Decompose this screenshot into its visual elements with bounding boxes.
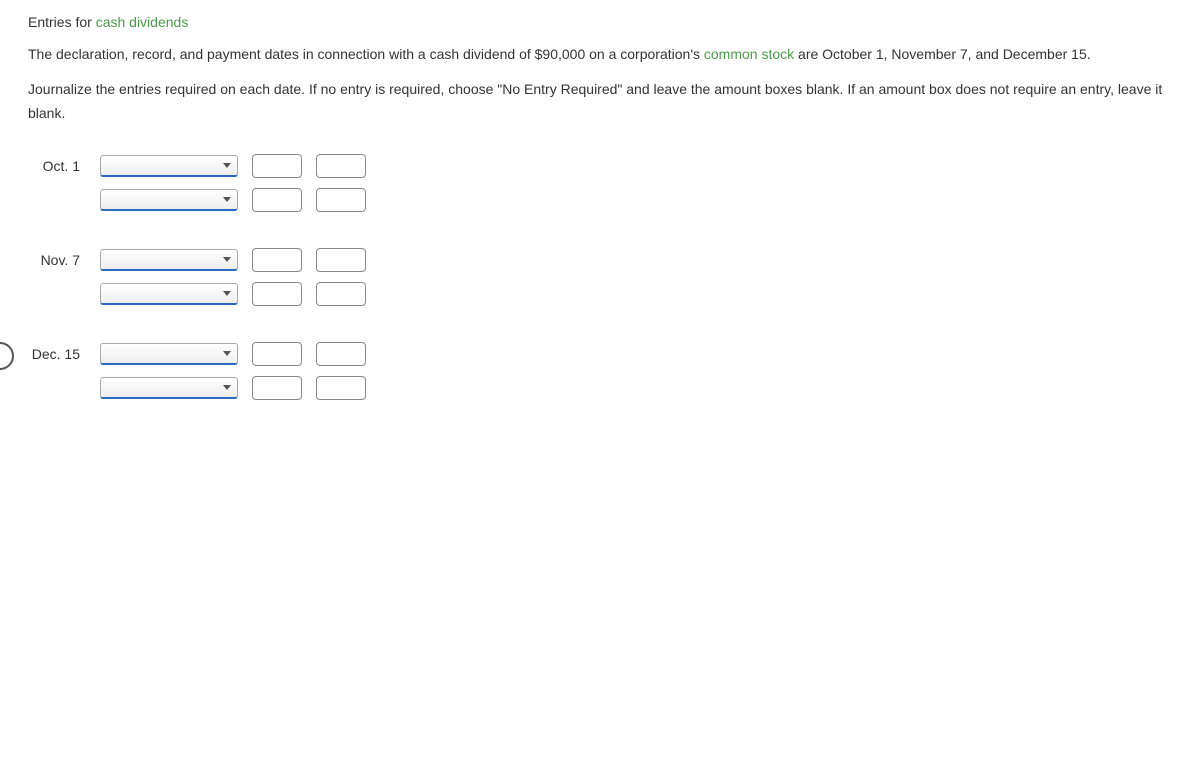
date-label-nov7: Nov. 7 [28,252,86,268]
problem-title: Entries for cash dividends [28,14,1172,30]
step-badge-icon [0,342,14,370]
para1-part1: The declaration, record, and payment dat… [28,46,704,62]
chevron-down-icon [223,291,231,296]
debit-amount-input[interactable] [252,188,302,212]
chevron-down-icon [223,257,231,262]
credit-amount-input[interactable] [316,376,366,400]
debit-amount-input[interactable] [252,154,302,178]
date-group-dec15: Dec. 15 [28,342,1172,400]
account-select[interactable] [100,343,238,365]
account-select[interactable] [100,283,238,305]
title-prefix: Entries for [28,14,96,30]
journal-table: Oct. 1 Nov. 7 [28,154,1172,400]
chevron-down-icon [223,197,231,202]
account-select[interactable] [100,155,238,177]
account-select[interactable] [100,249,238,271]
problem-content: Entries for cash dividends The declarati… [0,0,1200,450]
debit-amount-input[interactable] [252,282,302,306]
credit-amount-input[interactable] [316,282,366,306]
credit-amount-input[interactable] [316,248,366,272]
credit-amount-input[interactable] [316,188,366,212]
chevron-down-icon [223,385,231,390]
account-select[interactable] [100,189,238,211]
date-label-oct1: Oct. 1 [28,158,86,174]
journal-row [28,376,1172,400]
cash-dividends-link[interactable]: cash dividends [96,14,189,30]
debit-amount-input[interactable] [252,248,302,272]
journal-row: Dec. 15 [28,342,1172,366]
debit-amount-input[interactable] [252,376,302,400]
chevron-down-icon [223,351,231,356]
debit-amount-input[interactable] [252,342,302,366]
date-group-oct1: Oct. 1 [28,154,1172,212]
account-select[interactable] [100,377,238,399]
chevron-down-icon [223,163,231,168]
paragraph-1: The declaration, record, and payment dat… [28,42,1172,67]
date-label-dec15: Dec. 15 [28,346,86,362]
journal-row: Oct. 1 [28,154,1172,178]
journal-row [28,188,1172,212]
date-group-nov7: Nov. 7 [28,248,1172,306]
journal-row [28,282,1172,306]
para1-part2: are October 1, November 7, and December … [794,46,1090,62]
credit-amount-input[interactable] [316,154,366,178]
paragraph-2: Journalize the entries required on each … [28,77,1172,126]
journal-row: Nov. 7 [28,248,1172,272]
credit-amount-input[interactable] [316,342,366,366]
common-stock-link[interactable]: common stock [704,46,794,62]
